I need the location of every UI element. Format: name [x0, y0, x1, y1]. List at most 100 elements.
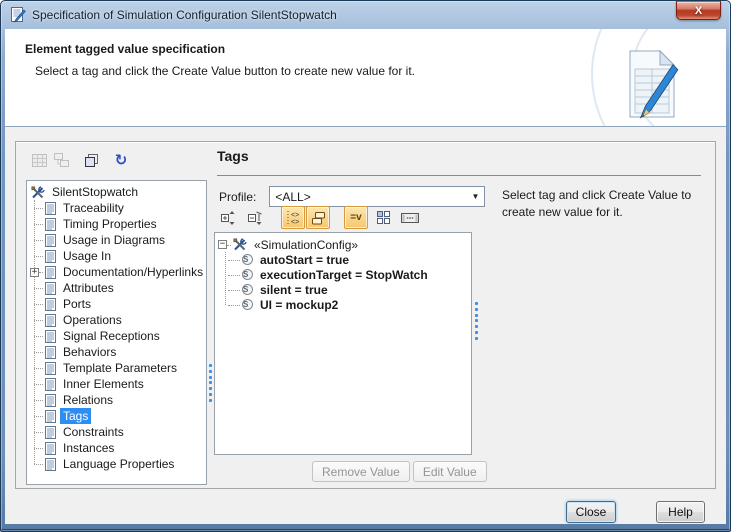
document-icon: [45, 410, 56, 423]
right-splitter-handle[interactable]: [475, 302, 480, 340]
table-icon[interactable]: [28, 149, 50, 171]
tree-item-silentstopwatch[interactable]: SilentStopwatch: [27, 184, 206, 200]
document-icon: [45, 250, 56, 263]
refresh-icon[interactable]: ↻: [110, 149, 132, 171]
show-tags-tree-icon[interactable]: <><>: [281, 206, 305, 229]
tree-connector: [31, 392, 45, 408]
tag-value-executiontarget[interactable]: SexecutionTarget = StopWatch: [215, 267, 471, 282]
tags-hint-text: Select tag and click Create Value to cre…: [502, 187, 722, 220]
tree-item-language-properties[interactable]: Language Properties: [27, 456, 206, 472]
wrench-icon: [31, 186, 45, 199]
heading-divider: [217, 175, 701, 176]
wrench-icon: [233, 238, 247, 251]
document-icon: [45, 378, 56, 391]
document-icon: [45, 426, 56, 439]
tree-connector: [31, 216, 45, 232]
edit-value-button[interactable]: Edit Value: [413, 461, 487, 482]
specification-document-icon: [10, 7, 26, 23]
main-content-panel: ↻ SilentStopwatchTraceabilityTiming Prop…: [15, 141, 716, 489]
tree-connector: [31, 424, 45, 440]
tree-item-usage-in-diagrams[interactable]: Usage in Diagrams: [27, 232, 206, 248]
collapse-nodes-icon[interactable]: [243, 206, 267, 229]
tree-item-label: Tags: [60, 408, 91, 424]
svg-text:<>: <>: [291, 212, 299, 219]
tree-connector: [225, 282, 242, 298]
profile-selected-value: <ALL>: [275, 190, 310, 204]
tree-item-timing-properties[interactable]: Timing Properties: [27, 216, 206, 232]
tree-item-label: Usage in Diagrams: [60, 232, 168, 248]
tag-value-autostart[interactable]: SautoStart = true: [215, 252, 471, 267]
tree-item-traceability[interactable]: Traceability: [27, 200, 206, 216]
header-subtitle: Select a tag and click the Create Value …: [35, 64, 415, 78]
profile-label: Profile:: [219, 190, 256, 204]
tree-item-label: Relations: [60, 392, 116, 408]
tree-item-label: Language Properties: [60, 456, 177, 472]
tree-connector: [31, 408, 45, 424]
profile-select[interactable]: <ALL> ▼: [269, 186, 485, 207]
slot-icon: S: [242, 299, 253, 310]
tags-panel-heading: Tags: [217, 148, 249, 164]
tagged-value-pencil-icon: [626, 49, 682, 121]
show-default-values-icon[interactable]: =v: [344, 206, 368, 229]
tree-item-label: Inner Elements: [60, 376, 147, 392]
tree-item-ports[interactable]: Ports: [27, 296, 206, 312]
tree-item-operations[interactable]: Operations: [27, 312, 206, 328]
close-button[interactable]: Close: [566, 501, 616, 523]
tree-connector: [31, 456, 45, 472]
tree-item-attributes[interactable]: Attributes: [27, 280, 206, 296]
document-icon: [45, 458, 56, 471]
tree-connector: [31, 328, 45, 344]
document-icon: [45, 394, 56, 407]
chevron-down-icon: ▼: [471, 192, 479, 201]
header-banner: Element tagged value specification Selec…: [5, 29, 726, 127]
expander-plus-icon[interactable]: +: [30, 268, 39, 277]
hierarchy-icon[interactable]: [50, 149, 72, 171]
tree-connector: [31, 280, 45, 296]
slot-icon: S: [242, 269, 253, 280]
expander-minus-icon[interactable]: −: [218, 240, 227, 249]
tag-stereotype-node[interactable]: − «SimulationConfig»: [215, 237, 471, 252]
tree-item-tags[interactable]: Tags: [27, 408, 206, 424]
profile-row: Profile: <ALL> ▼: [219, 186, 485, 207]
header-title: Element tagged value specification: [25, 42, 225, 56]
tree-item-documentation-hyperlinks[interactable]: + Documentation/Hyperlinks: [27, 264, 206, 280]
left-toolbar: ↻: [28, 149, 132, 171]
dialog-body: Element tagged value specification Selec…: [5, 29, 726, 524]
tree-connector: [31, 312, 45, 328]
tree-item-label: Usage In: [60, 248, 114, 264]
document-icon: [45, 314, 56, 327]
tree-item-constraints[interactable]: Constraints: [27, 424, 206, 440]
stereotype-label: «SimulationConfig»: [251, 237, 361, 253]
tree-item-behaviors[interactable]: Behaviors: [27, 344, 206, 360]
tree-item-inner-elements[interactable]: Inner Elements: [27, 376, 206, 392]
tree-item-label: Documentation/Hyperlinks: [60, 264, 206, 280]
group-by-hierarchy-icon[interactable]: [306, 206, 330, 229]
grid-view-icon[interactable]: [371, 206, 395, 229]
tag-value-ui[interactable]: SUI = mockup2: [215, 297, 471, 312]
titlebar[interactable]: Specification of Simulation Configuratio…: [1, 1, 730, 29]
copy-icon[interactable]: [80, 149, 102, 171]
tree-item-usage-in[interactable]: Usage In: [27, 248, 206, 264]
tree-item-template-parameters[interactable]: Template Parameters: [27, 360, 206, 376]
document-icon: [45, 282, 56, 295]
tree-item-label: SilentStopwatch: [49, 184, 141, 200]
tag-value-label: silent = true: [257, 282, 331, 298]
tags-toolbar: <><> =v: [216, 206, 422, 229]
document-icon: [45, 298, 56, 311]
tree-connector: [31, 360, 45, 376]
tree-item-relations[interactable]: Relations: [27, 392, 206, 408]
tag-value-silent[interactable]: Ssilent = true: [215, 282, 471, 297]
tree-connector: [31, 296, 45, 312]
show-empty-slots-icon[interactable]: [398, 206, 422, 229]
help-button[interactable]: Help: [656, 501, 705, 523]
remove-value-button[interactable]: Remove Value: [312, 461, 410, 482]
expand-nodes-icon[interactable]: [216, 206, 240, 229]
document-icon: [45, 442, 56, 455]
specification-tree-panel: SilentStopwatchTraceabilityTiming Proper…: [26, 180, 207, 485]
tree-connector: [31, 344, 45, 360]
tree-item-signal-receptions[interactable]: Signal Receptions: [27, 328, 206, 344]
tree-item-instances[interactable]: Instances: [27, 440, 206, 456]
tree-connector: [225, 252, 242, 268]
close-window-button[interactable]: X: [676, 1, 721, 20]
slot-icon: S: [242, 284, 253, 295]
